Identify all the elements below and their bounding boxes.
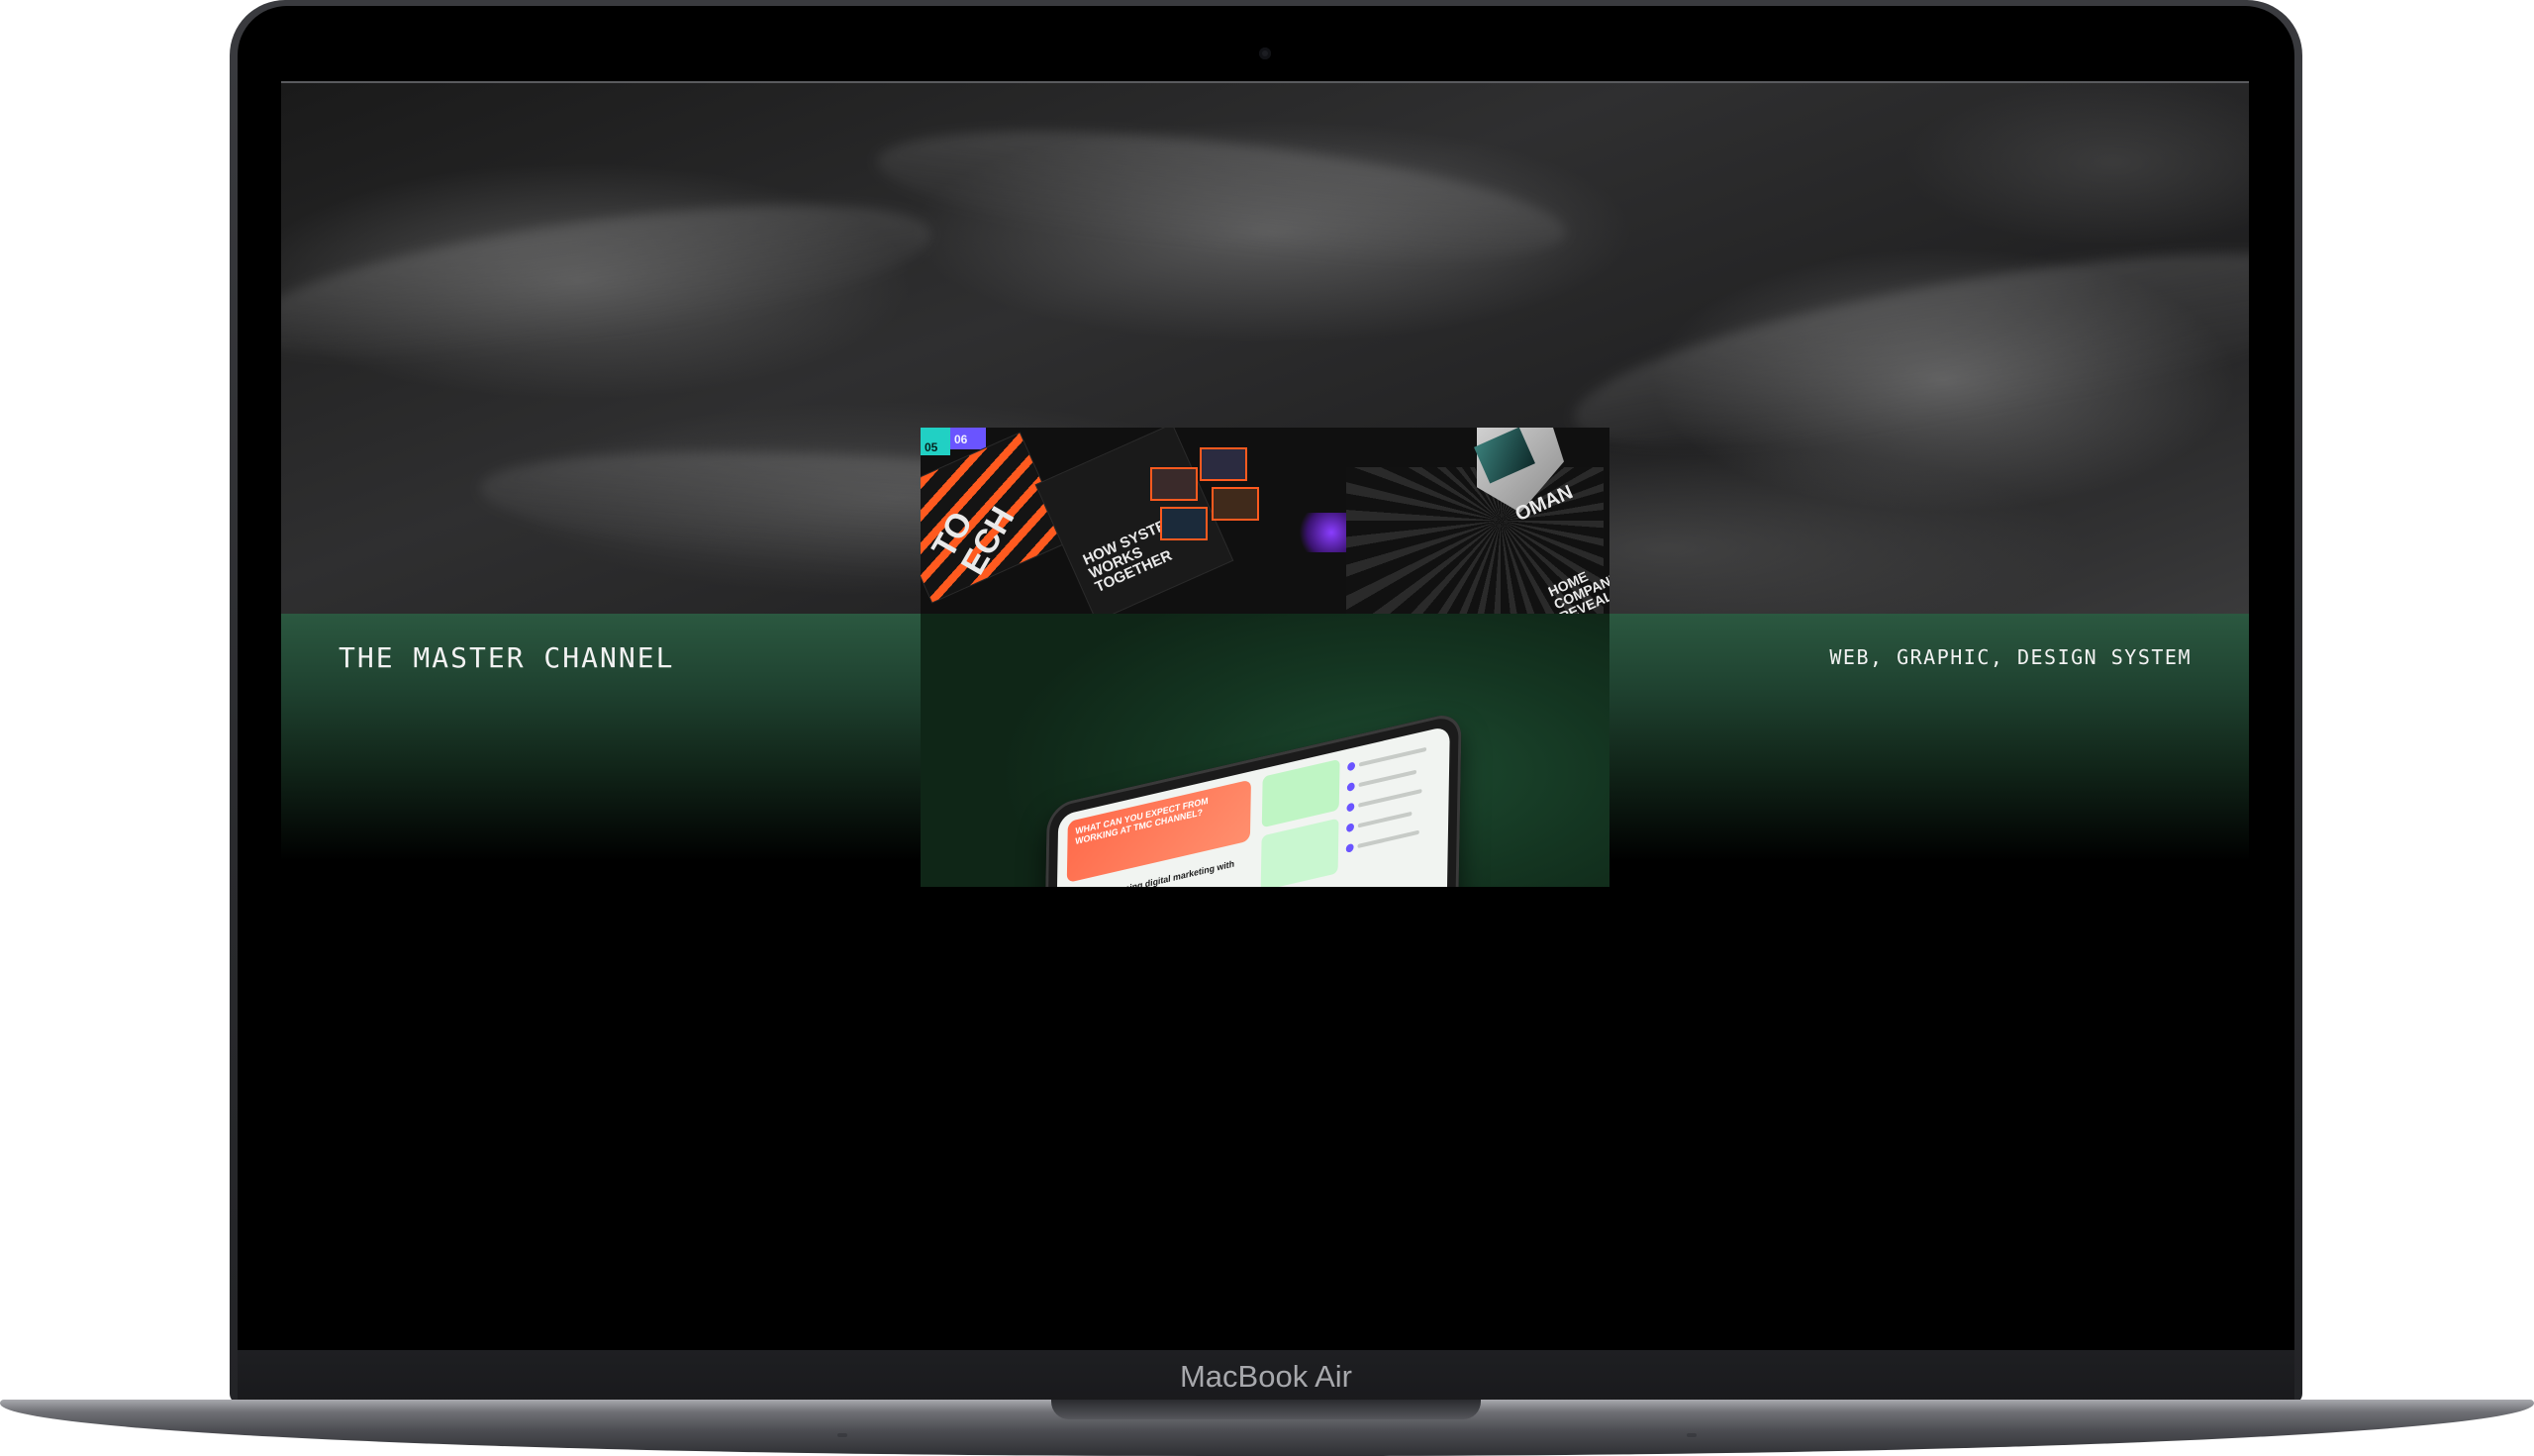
project-tags: WEB, GRAPHIC, DESIGN SYSTEM bbox=[1829, 645, 2192, 669]
tile-label: 05 bbox=[925, 440, 938, 454]
photo-grid bbox=[1150, 447, 1299, 566]
slides-collage: 05 06 TO ECH HOW SYSTEM WORKS TOGETHER O… bbox=[921, 428, 1609, 614]
device-model-label: MacBook Air bbox=[1179, 1359, 1352, 1394]
laptop-screen: THE MASTER CHANNEL WEB, GRAPHIC, DESIGN … bbox=[281, 81, 2249, 1350]
tablet-card bbox=[1261, 758, 1340, 828]
tile-label: 06 bbox=[954, 433, 968, 446]
camera-icon bbox=[1259, 48, 1271, 59]
green-mat: WHAT CAN YOU EXPECT FROM WORKING AT TMC … bbox=[921, 614, 1609, 887]
tablet-card bbox=[1260, 818, 1339, 887]
laptop-foot bbox=[1687, 1433, 1697, 1437]
laptop-hinge bbox=[1051, 1400, 1481, 1419]
project-preview-card[interactable]: 05 06 TO ECH HOW SYSTEM WORKS TOGETHER O… bbox=[921, 428, 1609, 887]
tablet-mockup: WHAT CAN YOU EXPECT FROM WORKING AT TMC … bbox=[1042, 710, 1462, 887]
laptop-foot bbox=[837, 1433, 847, 1437]
tablet-screen: WHAT CAN YOU EXPECT FROM WORKING AT TMC … bbox=[1054, 725, 1450, 887]
tablet-list bbox=[1345, 739, 1434, 853]
project-title[interactable]: THE MASTER CHANNEL bbox=[339, 641, 674, 674]
